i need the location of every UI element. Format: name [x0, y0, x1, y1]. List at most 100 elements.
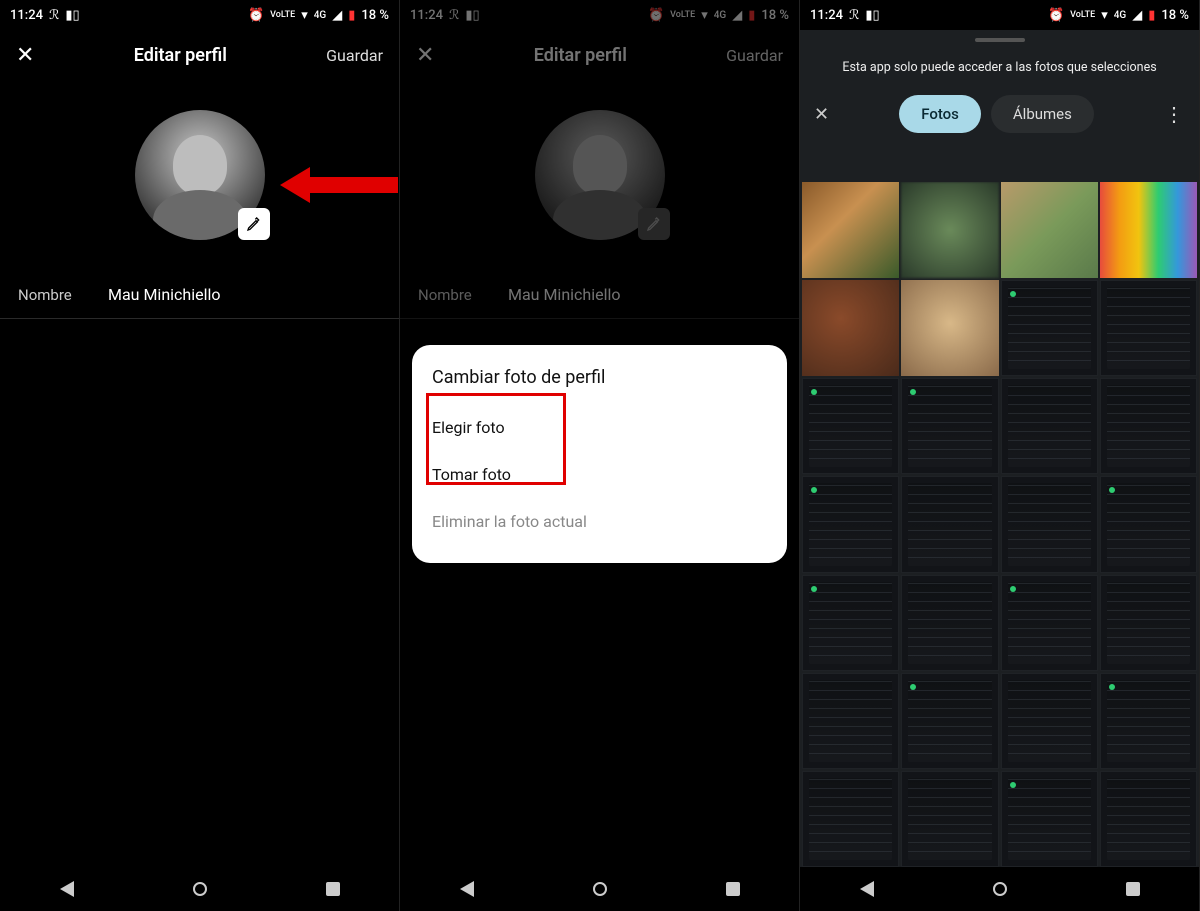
- change-photo-dialog: Cambiar foto de perfil Elegir foto Tomar…: [412, 345, 787, 563]
- tutorial-arrow-icon: [280, 165, 400, 205]
- screenshot-thumbnail[interactable]: [901, 771, 998, 867]
- battery-pct: 18 %: [361, 8, 389, 23]
- screenshot-thumbnail[interactable]: [1100, 673, 1197, 769]
- battery-pct: 18 %: [761, 8, 789, 23]
- photo-thumbnail[interactable]: [901, 280, 998, 376]
- screenshot-thumbnail[interactable]: [1100, 378, 1197, 474]
- volte-label: VoLTE: [270, 10, 295, 20]
- choose-photo-option[interactable]: Elegir foto: [412, 404, 787, 451]
- photo-thumbnail[interactable]: [1001, 182, 1098, 278]
- name-row: Nombre Mau Minichiello: [400, 285, 799, 319]
- nav-back-icon[interactable]: [460, 881, 474, 897]
- android-nav-bar: [800, 867, 1199, 911]
- signal-icon: ◢: [332, 7, 342, 23]
- nav-recent-icon[interactable]: [726, 882, 740, 896]
- name-label: Nombre: [418, 286, 508, 304]
- screenshot-thumbnail[interactable]: [1001, 673, 1098, 769]
- avatar-section: [0, 110, 399, 240]
- pencil-icon: [246, 216, 262, 232]
- screenshot-thumbnail[interactable]: [1100, 476, 1197, 572]
- tab-photos[interactable]: Fotos: [899, 95, 981, 133]
- edit-avatar-button[interactable]: [638, 208, 670, 240]
- save-button[interactable]: Guardar: [726, 46, 783, 65]
- screenshot-thumbnail[interactable]: [1100, 575, 1197, 671]
- nav-home-icon[interactable]: [593, 882, 607, 896]
- pencil-icon: [646, 216, 662, 232]
- screenshot-thumbnail[interactable]: [901, 673, 998, 769]
- screenshot-thumbnail[interactable]: [1001, 280, 1098, 376]
- status-time: 11:24: [810, 8, 843, 23]
- close-icon[interactable]: ✕: [416, 43, 434, 68]
- screenshot-thumbnail[interactable]: [1100, 280, 1197, 376]
- status-app-icon: ℛ: [449, 7, 459, 23]
- status-app-icon-2: ▮▯: [865, 7, 879, 23]
- tab-albums[interactable]: Álbumes: [991, 95, 1094, 133]
- photo-thumbnail[interactable]: [1100, 182, 1197, 278]
- wifi-icon: ▾: [701, 7, 708, 23]
- screenshot-thumbnail[interactable]: [802, 673, 899, 769]
- alarm-icon: ⏰: [248, 7, 264, 23]
- screenshot-thumbnail[interactable]: [802, 476, 899, 572]
- nav-home-icon[interactable]: [193, 882, 207, 896]
- status-time: 11:24: [410, 8, 443, 23]
- status-bar: 11:24 ℛ ▮▯ ⏰ VoLTE ▾ 4G ◢ ▮ 18 %: [0, 0, 399, 30]
- wifi-icon: ▾: [1101, 7, 1108, 23]
- battery-icon: ▮: [748, 7, 755, 23]
- status-app-icon-2: ▮▯: [65, 7, 79, 23]
- signal-icon: ◢: [732, 7, 742, 23]
- screen-edit-profile: 11:24 ℛ ▮▯ ⏰ VoLTE ▾ 4G ◢ ▮ 18 % ✕ Edita…: [0, 0, 400, 911]
- android-nav-bar: [0, 867, 399, 911]
- save-button[interactable]: Guardar: [326, 46, 383, 65]
- wifi-icon: ▾: [301, 7, 308, 23]
- close-icon[interactable]: ✕: [16, 43, 34, 68]
- photo-thumbnail[interactable]: [802, 280, 899, 376]
- nav-recent-icon[interactable]: [326, 882, 340, 896]
- alarm-icon: ⏰: [1048, 7, 1064, 23]
- nav-recent-icon[interactable]: [1126, 882, 1140, 896]
- battery-icon: ▮: [348, 7, 355, 23]
- remove-photo-option[interactable]: Eliminar la foto actual: [412, 498, 787, 545]
- volte-label: VoLTE: [670, 10, 695, 20]
- screenshot-thumbnail[interactable]: [1001, 476, 1098, 572]
- nav-home-icon[interactable]: [993, 882, 1007, 896]
- battery-pct: 18 %: [1161, 8, 1189, 23]
- overflow-menu-icon[interactable]: ⋮: [1164, 102, 1185, 126]
- name-value: Mau Minichiello: [108, 285, 221, 304]
- status-app-icon: ℛ: [849, 7, 859, 23]
- screenshot-thumbnail[interactable]: [1001, 378, 1098, 474]
- status-time: 11:24: [10, 8, 43, 23]
- screenshot-thumbnail[interactable]: [1001, 575, 1098, 671]
- take-photo-option[interactable]: Tomar foto: [412, 451, 787, 498]
- screenshot-thumbnail[interactable]: [802, 378, 899, 474]
- alarm-icon: ⏰: [648, 7, 664, 23]
- close-icon[interactable]: ✕: [814, 104, 829, 125]
- photo-thumbnail[interactable]: [901, 182, 998, 278]
- android-nav-bar: [400, 867, 799, 911]
- edit-profile-header: ✕ Editar perfil Guardar: [400, 30, 799, 80]
- photo-thumbnail[interactable]: [802, 182, 899, 278]
- picker-permission-message: Esta app solo puede acceder a las fotos …: [800, 42, 1199, 89]
- screenshot-thumbnail[interactable]: [802, 771, 899, 867]
- edit-avatar-button[interactable]: [238, 208, 270, 240]
- screenshot-thumbnail[interactable]: [901, 476, 998, 572]
- signal-icon: ◢: [1132, 7, 1142, 23]
- nav-back-icon[interactable]: [860, 881, 874, 897]
- picker-header: ✕ Fotos Álbumes ⋮: [800, 89, 1199, 147]
- photo-grid: [800, 182, 1199, 867]
- screenshot-thumbnail[interactable]: [901, 378, 998, 474]
- screen-change-photo-dialog: 11:24 ℛ ▮▯ ⏰ VoLTE ▾ 4G ◢ ▮ 18 % ✕ Edita…: [400, 0, 800, 911]
- screenshot-thumbnail[interactable]: [901, 575, 998, 671]
- page-title: Editar perfil: [134, 45, 227, 66]
- status-app-icon: ℛ: [49, 7, 59, 23]
- network-label: 4G: [714, 10, 727, 21]
- name-label: Nombre: [18, 286, 108, 304]
- status-app-icon-2: ▮▯: [465, 7, 479, 23]
- dialog-title: Cambiar foto de perfil: [412, 363, 787, 404]
- nav-back-icon[interactable]: [60, 881, 74, 897]
- network-label: 4G: [1114, 10, 1127, 21]
- screenshot-thumbnail[interactable]: [802, 575, 899, 671]
- screenshot-thumbnail[interactable]: [1100, 771, 1197, 867]
- avatar-section: [400, 110, 799, 240]
- name-row[interactable]: Nombre Mau Minichiello: [0, 285, 399, 319]
- screenshot-thumbnail[interactable]: [1001, 771, 1098, 867]
